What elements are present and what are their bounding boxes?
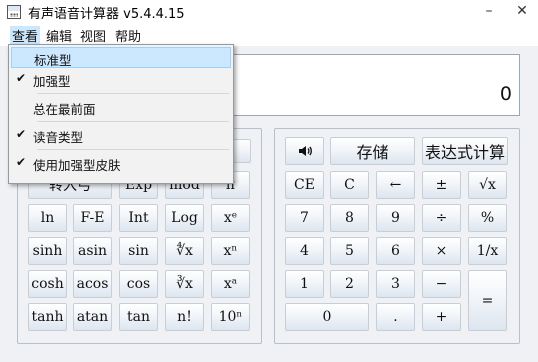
key-7[interactable]: 7 [285, 204, 324, 232]
key-percent[interactable]: % [468, 204, 507, 232]
key-sin[interactable]: sin [119, 237, 158, 265]
menu-separator [37, 93, 229, 94]
menu-edit[interactable]: 编辑 [44, 26, 74, 45]
key-ten-pow-n[interactable]: 10ⁿ [211, 303, 250, 331]
speaker-icon [298, 146, 312, 156]
key-multiply[interactable]: × [422, 237, 461, 265]
key-backspace[interactable]: ← [376, 171, 415, 199]
close-button[interactable]: ✕ [510, 0, 534, 24]
menu-option-label: 读音类型 [33, 130, 84, 145]
menu-option-enhanced-skin[interactable]: ✔ 使用加强型皮肤 [11, 153, 231, 174]
display-value: 0 [499, 83, 512, 105]
minimize-button[interactable]: – [477, 0, 501, 24]
key-0[interactable]: 0 [285, 303, 369, 331]
menu-option-label: 标准型 [34, 53, 72, 68]
menu-display[interactable]: 视图 [78, 26, 108, 45]
key-int[interactable]: Int [119, 204, 158, 232]
key-ce[interactable]: CE [285, 171, 324, 199]
key-x-pow-n[interactable]: xⁿ [211, 237, 250, 265]
speaker-button[interactable] [285, 137, 324, 165]
key-factorial[interactable]: n! [165, 303, 204, 331]
key-sinh[interactable]: sinh [28, 237, 67, 265]
key-sqrt[interactable]: √x [468, 171, 507, 199]
menu-option-voice-type[interactable]: ✔ 读音类型 [11, 125, 231, 146]
key-ln[interactable]: ln [28, 204, 67, 232]
menu-help[interactable]: 帮助 [113, 26, 143, 45]
key-cube-root[interactable]: ∛x [165, 270, 204, 298]
key-1[interactable]: 1 [285, 270, 324, 298]
window-title: 有声语音计算器 v5.4.4.15 [28, 7, 185, 22]
key-c[interactable]: C [330, 171, 369, 199]
key-cosh[interactable]: cosh [28, 270, 67, 298]
key-subtract[interactable]: − [422, 270, 461, 298]
menu-option-label: 使用加强型皮肤 [33, 158, 121, 173]
key-equals[interactable]: = [468, 270, 507, 331]
menu-option-label: 总在最前面 [33, 102, 96, 117]
key-x-pow-a[interactable]: xᵃ [211, 270, 250, 298]
menu-separator [37, 121, 229, 122]
key-9[interactable]: 9 [376, 204, 415, 232]
view-dropdown-menu: 标准型 ✔ 加强型 总在最前面 ✔ 读音类型 ✔ 使用加强型皮肤 [8, 44, 234, 184]
menu-option-always-on-top[interactable]: 总在最前面 [11, 97, 231, 118]
menu-option-label: 加强型 [33, 74, 71, 89]
key-decimal[interactable]: . [376, 303, 415, 331]
menu-option-enhanced[interactable]: ✔ 加强型 [11, 69, 231, 90]
key-negate[interactable]: ± [422, 171, 461, 199]
check-icon: ✔ [16, 127, 27, 141]
key-6[interactable]: 6 [376, 237, 415, 265]
key-asin[interactable]: asin [73, 237, 112, 265]
menu-view[interactable]: 查看 [10, 26, 41, 45]
key-tan[interactable]: tan [119, 303, 158, 331]
key-2[interactable]: 2 [330, 270, 369, 298]
key-tanh[interactable]: tanh [28, 303, 67, 331]
key-divide[interactable]: ÷ [422, 204, 461, 232]
key-acos[interactable]: acos [73, 270, 112, 298]
key-4[interactable]: 4 [285, 237, 324, 265]
menu-separator [37, 149, 229, 150]
check-icon: ✔ [16, 155, 27, 169]
key-3[interactable]: 3 [376, 270, 415, 298]
key-8[interactable]: 8 [330, 204, 369, 232]
key-fourth-root[interactable]: ∜x [165, 237, 204, 265]
menu-bar: 查看 编辑 视图 帮助 [0, 24, 538, 46]
title-bar: 有声语音计算器 v5.4.4.15 – ✕ [0, 0, 538, 24]
key-log[interactable]: Log [165, 204, 204, 232]
key-atan[interactable]: atan [73, 303, 112, 331]
menu-option-standard[interactable]: 标准型 [11, 47, 231, 68]
key-f-e[interactable]: F-E [73, 204, 112, 232]
memory-button[interactable]: 存储 [330, 137, 415, 165]
key-cos[interactable]: cos [119, 270, 158, 298]
check-icon: ✔ [16, 71, 27, 85]
key-x-pow-e[interactable]: xᵉ [211, 204, 250, 232]
key-5[interactable]: 5 [330, 237, 369, 265]
key-reciprocal[interactable]: 1/x [468, 237, 507, 265]
key-add[interactable]: + [422, 303, 461, 331]
calculator-app-icon [7, 5, 21, 19]
expression-button[interactable]: 表达式计算 [422, 137, 508, 165]
